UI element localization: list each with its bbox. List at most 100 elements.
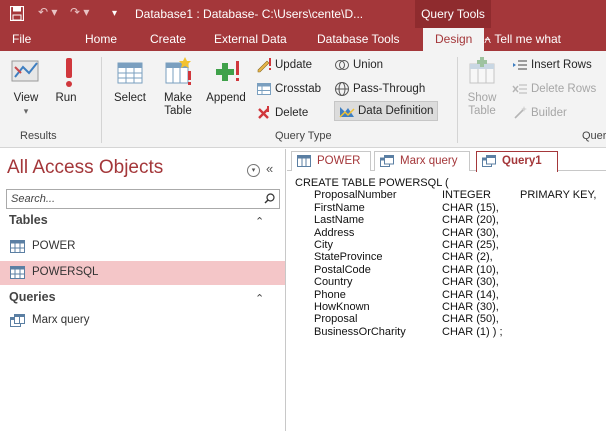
delete-rows-icon: [512, 81, 528, 97]
sql-field-name: ProposalNumber: [314, 189, 397, 202]
sql-field-type: CHAR (30),: [442, 226, 499, 239]
view-dropdown-icon[interactable]: ▾: [8, 105, 44, 118]
document-tab-strip: POWER Marx query Query1: [287, 149, 606, 172]
delete-rows-button[interactable]: Delete Rows: [512, 79, 596, 99]
select-query-button[interactable]: Select: [112, 55, 148, 105]
update-button[interactable]: Update: [256, 55, 312, 75]
select-label: Select: [114, 92, 146, 104]
update-icon: [256, 57, 272, 73]
crosstab-button[interactable]: Crosstab: [256, 79, 321, 99]
data-definition-icon: [339, 103, 355, 119]
builder-button[interactable]: Builder: [512, 103, 567, 123]
data-definition-label: Data Definition: [358, 105, 434, 117]
sql-line: Phone CHAR (14),: [295, 288, 499, 301]
ribbon-separator: [101, 57, 102, 143]
insert-rows-button[interactable]: Insert Rows: [512, 55, 592, 75]
tab-design[interactable]: Design: [423, 28, 485, 51]
insert-rows-icon: [512, 57, 528, 73]
nav-item-label: POWER: [32, 240, 76, 252]
globe-icon: [334, 81, 350, 97]
context-tab-label: Query Tools: [415, 0, 491, 28]
sql-field-type: CHAR (50),: [442, 313, 499, 326]
delete-label: Delete: [275, 107, 309, 119]
run-button[interactable]: Run: [52, 55, 80, 105]
sql-line: City CHAR (25),: [295, 239, 499, 251]
tab-file[interactable]: File: [12, 28, 31, 51]
doc-tab-label: Marx query: [400, 155, 458, 167]
pass-through-label: Pass-Through: [353, 83, 426, 95]
sql-field-name: Address: [314, 226, 355, 239]
run-label: Run: [55, 92, 77, 104]
redo-icon[interactable]: ↷ ▾: [70, 5, 89, 19]
sql-line: FirstName CHAR (15),: [295, 202, 499, 214]
ribbon-tab-row: File Home Create External Data Database …: [0, 28, 606, 51]
nav-search-input[interactable]: Search...: [6, 189, 280, 209]
builder-wand-icon: [512, 105, 528, 121]
tab-external-data[interactable]: External Data: [214, 28, 287, 51]
view-button[interactable]: View ▾: [8, 55, 44, 118]
union-button[interactable]: Union: [334, 55, 383, 75]
nav-menu-dropdown-icon[interactable]: ▾: [247, 164, 260, 177]
nav-collapse-icon[interactable]: «: [266, 161, 273, 176]
undo-icon[interactable]: ↶ ▾: [38, 5, 57, 19]
doc-tab-marx-query[interactable]: Marx query: [374, 151, 470, 171]
show-label: Show: [467, 92, 497, 104]
crosstab-icon: [256, 81, 272, 97]
delete-query-button[interactable]: Delete: [256, 103, 308, 123]
sql-line: HowKnown CHAR (30),: [295, 301, 499, 313]
sql-line: Country CHAR (30),: [295, 276, 499, 288]
tab-home[interactable]: Home: [85, 28, 117, 51]
sql-line: StateProvince CHAR (2),: [295, 251, 493, 264]
view-label: View: [13, 92, 39, 104]
data-definition-button[interactable]: Data Definition: [334, 101, 439, 121]
doc-tab-query1[interactable]: Query1: [476, 151, 558, 172]
queries-collapse-chevron-icon[interactable]: ⌃: [255, 292, 264, 305]
nav-pane-title[interactable]: All Access Objects: [7, 157, 163, 179]
table-icon: [297, 155, 311, 167]
show-table-button[interactable]: Show Table: [464, 55, 500, 118]
pass-through-button[interactable]: Pass-Through: [334, 79, 425, 99]
query-setup-group-label: Quer: [582, 130, 606, 142]
document-area: POWER Marx query Query1 CREATE TABLE POW…: [287, 149, 606, 431]
sql-field-name: Proposal: [314, 313, 358, 326]
tab-create[interactable]: Create: [150, 28, 186, 51]
nav-item-query-marx[interactable]: Marx query: [0, 309, 285, 333]
nav-item-table-power[interactable]: POWER: [0, 235, 285, 259]
tables-section-header[interactable]: Tables: [9, 213, 48, 227]
search-icon[interactable]: [264, 193, 275, 204]
sql-field-type: CHAR (30),: [442, 300, 499, 313]
insert-rows-label: Insert Rows: [531, 59, 592, 71]
doc-tab-power[interactable]: POWER: [291, 151, 371, 171]
sql-field-type: CHAR (15),: [442, 201, 499, 214]
make-table-button[interactable]: Make Table: [159, 55, 197, 118]
append-icon: [209, 55, 243, 89]
sql-field-type: CHAR (1) ) ;: [442, 325, 503, 338]
sql-field-name: StateProvince: [314, 251, 383, 264]
queries-section-header[interactable]: Queries: [9, 290, 56, 304]
navigation-pane: All Access Objects ▾ « Search... Tables …: [0, 149, 286, 431]
union-icon: [334, 57, 350, 73]
sql-field-name: Phone: [314, 288, 346, 301]
nav-search-placeholder: Search...: [11, 193, 56, 205]
sql-line: BusinessOrCharity CHAR (1) ) ;: [295, 326, 503, 338]
sql-field-type: CHAR (14),: [442, 288, 499, 301]
append-button[interactable]: Append: [202, 55, 250, 105]
customize-quick-access-icon[interactable]: ▾: [112, 8, 117, 19]
nav-item-label: Marx query: [32, 314, 90, 326]
view-icon: [9, 55, 43, 89]
make-label: Make: [163, 92, 193, 104]
window-title: Database1 : Database- C:\Users\cente\D..…: [135, 7, 364, 21]
sql-line: LastName CHAR (20),: [295, 214, 499, 226]
tables-collapse-chevron-icon[interactable]: ⌃: [255, 215, 264, 228]
nav-item-table-powersql[interactable]: POWERSQL: [0, 261, 285, 285]
save-icon[interactable]: [10, 6, 24, 21]
query-icon: [380, 155, 394, 167]
delete-icon: [256, 105, 272, 121]
table-icon: [10, 240, 25, 253]
tell-me-box[interactable]: ⍲ Tell me what: [484, 32, 561, 47]
sql-field-constraint: PRIMARY KEY,: [520, 189, 597, 202]
tab-database-tools[interactable]: Database Tools: [317, 28, 400, 51]
sql-editor[interactable]: CREATE TABLE POWERSQL ( ProposalNumber IN…: [295, 177, 596, 338]
make-table-icon: [161, 55, 195, 89]
sql-line: Address CHAR (30),: [295, 226, 499, 239]
